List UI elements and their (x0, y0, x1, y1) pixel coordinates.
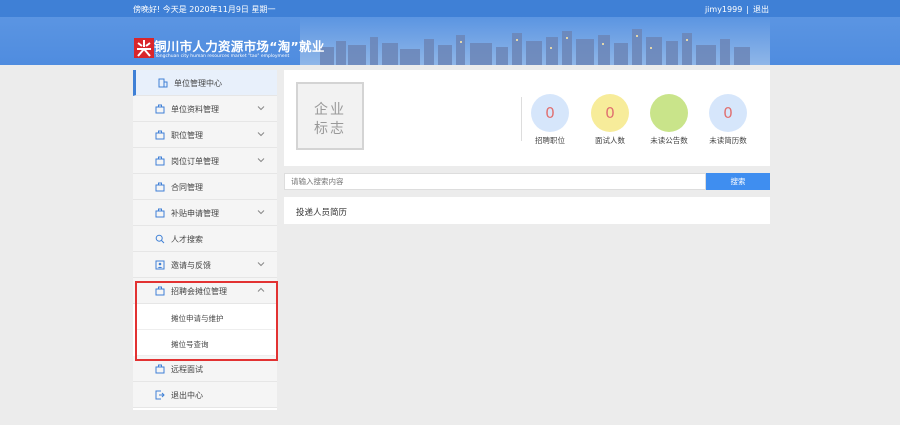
resume-card-title: 投递人员简历 (296, 208, 348, 218)
sidebar-item-label: 人才搜索 (171, 235, 203, 244)
sidebar-item-job-management[interactable]: 职位管理 (133, 122, 277, 148)
top-bar: 傍晚好! 今天是 2020年11月9日 星期一 jimy1999 | 退出 (0, 0, 900, 17)
sidebar-subitem-booth-apply[interactable]: 摊位申请与维护 (136, 304, 275, 330)
chevron-down-icon (257, 132, 265, 137)
sidebar-subitem-label: 摊位号查询 (171, 340, 209, 349)
building-icon (158, 78, 168, 88)
stat-job-postings[interactable]: 0 (531, 94, 569, 132)
stat-value: 0 (605, 104, 615, 122)
sidebar-item-label: 职位管理 (171, 131, 203, 140)
invite-icon (155, 260, 165, 270)
user-area: jimy1999 | 退出 (705, 4, 769, 15)
briefcase-icon (155, 364, 165, 374)
sidebar-subitem-booth-query[interactable]: 摊位号查询 (136, 330, 275, 356)
search-icon (155, 234, 165, 244)
sidebar-item-label: 退出中心 (171, 391, 203, 400)
sidebar-item-order-management[interactable]: 岗位订单管理 (133, 148, 277, 174)
resume-list-card: 投递人员简历 (284, 197, 770, 224)
chevron-down-icon (257, 262, 265, 267)
site-title: 铜川市人力资源市场“淘”就业 (154, 39, 325, 54)
briefcase-icon (155, 208, 165, 218)
sidebar-item-label: 招聘会摊位管理 (171, 287, 227, 296)
briefcase-icon (155, 286, 165, 296)
sidebar-item-company-profile[interactable]: 单位资料管理 (133, 96, 277, 122)
chevron-up-icon (257, 287, 265, 292)
sidebar-item-remote-interview[interactable]: 远程面试 (133, 356, 277, 382)
logout-icon (155, 390, 165, 400)
sidebar-item-label: 合同管理 (171, 183, 203, 192)
sidebar-item-contract-management[interactable]: 合同管理 (133, 174, 277, 200)
sidebar-item-label: 岗位订单管理 (171, 157, 219, 166)
site-subtitle: Tongchuan city human resources market "t… (155, 54, 290, 59)
search-input[interactable] (284, 173, 706, 190)
sidebar: 单位管理中心 单位资料管理 职位管理 岗位订单管理 合同管理 补贴申请管理 人才… (133, 70, 277, 410)
sidebar-item-invitation-feedback[interactable]: 邀请与反馈 (133, 252, 277, 278)
stat-interviews[interactable]: 0 (591, 94, 629, 132)
sidebar-item-subsidy-management[interactable]: 补贴申请管理 (133, 200, 277, 226)
briefcase-icon (155, 104, 165, 114)
sidebar-item-talent-search[interactable]: 人才搜索 (133, 226, 277, 252)
sidebar-item-label: 单位资料管理 (171, 105, 219, 114)
briefcase-icon (155, 182, 165, 192)
stat-label: 未读简历数 (709, 136, 747, 145)
stat-value: 0 (545, 104, 555, 122)
briefcase-icon (155, 130, 165, 140)
sidebar-item-label: 邀请与反馈 (171, 261, 211, 270)
sidebar-item-exit-center[interactable]: 退出中心 (133, 382, 277, 408)
sidebar-item-label: 远程面试 (171, 365, 203, 374)
site-banner: 铜川市人力资源市场“淘”就业 Tongchuan city human reso… (0, 17, 900, 65)
sidebar-item-label: 单位管理中心 (174, 79, 222, 88)
chevron-down-icon (257, 210, 265, 215)
separator: | (746, 5, 749, 14)
sidebar-subitem-label: 摊位申请与维护 (171, 314, 224, 323)
briefcase-icon (155, 156, 165, 166)
chevron-down-icon (257, 158, 265, 163)
sidebar-item-company-center[interactable]: 单位管理中心 (133, 70, 277, 96)
username-link[interactable]: jimy1999 (705, 5, 742, 14)
enterprise-logo-placeholder[interactable]: 企业 标志 (296, 82, 364, 150)
sidebar-item-booth-management[interactable]: 招聘会摊位管理 (133, 278, 277, 304)
chevron-down-icon (257, 106, 265, 111)
sidebar-item-label: 补贴申请管理 (171, 209, 219, 218)
stat-unread-resumes[interactable]: 0 (709, 94, 747, 132)
enterprise-logo-text: 标志 (314, 121, 346, 137)
city-skyline-image (300, 17, 770, 65)
stat-value: 0 (723, 104, 733, 122)
logout-link[interactable]: 退出 (753, 4, 769, 15)
greeting-text: 傍晚好! 今天是 2020年11月9日 星期一 (133, 5, 276, 14)
search-button[interactable]: 搜索 (706, 173, 770, 190)
enterprise-logo-text: 企业 (314, 102, 346, 118)
site-logo-icon (134, 38, 154, 58)
stat-unread-notices[interactable] (650, 94, 688, 132)
